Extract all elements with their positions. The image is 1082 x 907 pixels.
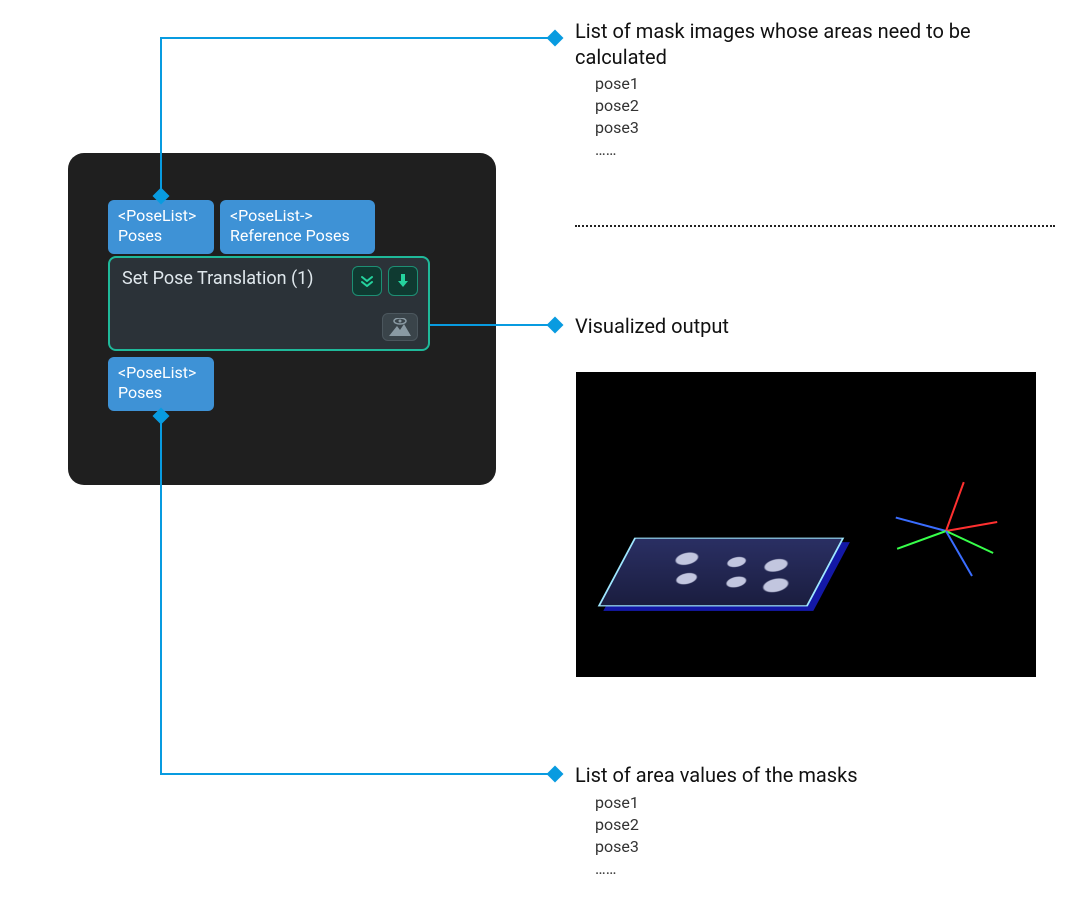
- axis-x-icon: [946, 521, 998, 532]
- expand-down-icon[interactable]: [352, 266, 382, 296]
- port-name-label: Poses: [118, 226, 204, 246]
- output-port-poses[interactable]: <PoseList> Poses: [108, 357, 214, 411]
- node-body[interactable]: Set Pose Translation (1): [108, 256, 430, 351]
- axis-line-icon: [945, 482, 965, 532]
- connector-endpoint-icon: [547, 766, 564, 783]
- list-item: pose1: [595, 74, 639, 93]
- port-name-label: Reference Poses: [230, 226, 365, 246]
- port-type-label: <PoseList>: [118, 206, 204, 226]
- connector-line: [160, 773, 550, 775]
- list-item: ……: [595, 140, 616, 159]
- visualized-output-viewer: [576, 372, 1036, 677]
- node-panel: <PoseList> Poses <PoseList-> Reference P…: [68, 153, 496, 485]
- callout-top-title: List of mask images whose areas need to …: [575, 18, 1065, 70]
- connector-endpoint-icon: [547, 317, 564, 334]
- input-port-poses[interactable]: <PoseList> Poses: [108, 200, 214, 254]
- run-down-icon[interactable]: [388, 266, 418, 296]
- port-name-label: Poses: [118, 383, 204, 403]
- list-item: ……: [595, 859, 616, 878]
- input-port-reference-poses[interactable]: <PoseList-> Reference Poses: [220, 200, 375, 254]
- list-item: pose3: [595, 118, 639, 137]
- connector-line: [430, 324, 550, 326]
- connector-line: [160, 37, 550, 39]
- point-cloud-tray: [598, 538, 845, 607]
- list-item: pose2: [595, 815, 639, 834]
- list-item: pose3: [595, 837, 639, 856]
- connector-line: [160, 38, 162, 198]
- visualize-icon[interactable]: [382, 313, 418, 341]
- axes-widget: [946, 530, 947, 531]
- connector-line: [160, 415, 162, 775]
- callout-bottom-title: List of area values of the masks: [575, 762, 858, 788]
- node-title: Set Pose Translation (1): [122, 268, 314, 289]
- axis-z-icon: [896, 517, 947, 532]
- port-type-label: <PoseList>: [118, 363, 204, 383]
- separator: [575, 225, 1055, 227]
- port-type-label: <PoseList->: [230, 206, 365, 226]
- callout-middle-title: Visualized output: [575, 313, 729, 339]
- list-item: pose2: [595, 96, 639, 115]
- connector-endpoint-icon: [547, 30, 564, 47]
- axis-line-icon: [897, 530, 947, 550]
- list-item: pose1: [595, 793, 639, 812]
